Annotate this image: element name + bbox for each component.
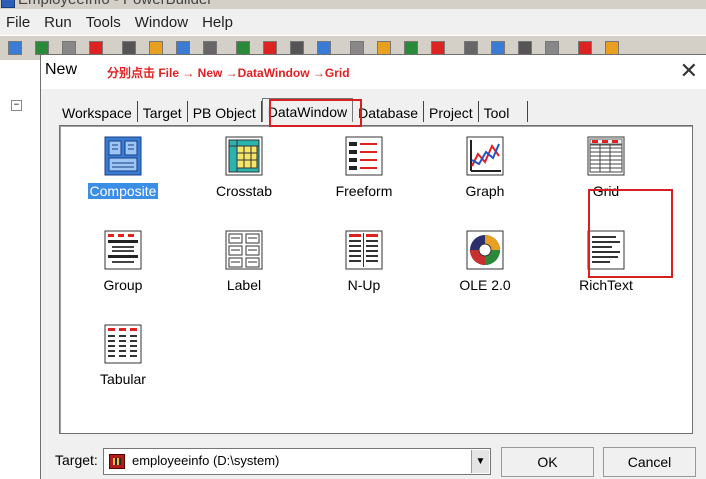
menubar: File Run Tools Window Help	[0, 9, 706, 35]
toolbar-button-icon[interactable]	[89, 41, 103, 55]
menu-tools[interactable]: Tools	[86, 14, 121, 31]
datawindow-styles-panel: Composite Crosstab Freeform Graph Grid G…	[59, 125, 693, 434]
toolbar-button-icon[interactable]	[263, 41, 277, 55]
crosstab-icon	[225, 136, 263, 176]
style-label: Freeform	[335, 183, 393, 199]
label-icon	[225, 230, 263, 270]
dialog-title: New	[45, 61, 78, 78]
style-label: N-Up	[347, 277, 381, 293]
toolbar-button-icon[interactable]	[518, 41, 532, 55]
toolbar-button-icon[interactable]	[62, 41, 76, 55]
grid-icon	[587, 136, 625, 176]
app-title: EmployeeInfo - PowerBuilder	[0, 0, 706, 9]
app-icon	[1, 0, 15, 8]
style-label: Grid	[592, 183, 620, 199]
style-label: RichText	[579, 277, 633, 293]
menu-run[interactable]: Run	[44, 14, 72, 31]
style-label: Tabular	[100, 371, 146, 387]
toolbar-button-icon[interactable]	[578, 41, 592, 55]
freeform-icon	[345, 136, 383, 176]
toolbar-button-icon[interactable]	[350, 41, 364, 55]
toolbar-button-icon[interactable]	[176, 41, 190, 55]
toolbar-button-icon[interactable]	[236, 41, 250, 55]
new-dialog: New 分别点击 File → New →DataWindow →Grid ✕ …	[40, 54, 706, 479]
chevron-down-icon[interactable]: ▼	[471, 450, 489, 473]
tab-project[interactable]: Project	[424, 101, 479, 122]
tab-workspace[interactable]: Workspace	[57, 101, 138, 122]
richtext-icon	[587, 230, 625, 270]
style-label: OLE 2.0	[459, 277, 511, 293]
style-label: Composite	[87, 183, 159, 199]
style-grid[interactable]: Grid	[561, 136, 651, 201]
toolbar-button-icon[interactable]	[35, 41, 49, 55]
tab-tool[interactable]: Tool	[479, 101, 529, 122]
system-tree: −	[0, 60, 41, 479]
cancel-button[interactable]: Cancel	[603, 447, 696, 477]
toolbar-button-icon[interactable]	[8, 41, 22, 55]
style-label: Crosstab	[215, 183, 273, 199]
menu-window[interactable]: Window	[135, 14, 188, 31]
style-composite[interactable]: Composite	[78, 136, 168, 201]
style-label: Label	[226, 277, 262, 293]
tree-expand-icon[interactable]: −	[11, 100, 22, 111]
style-crosstab[interactable]: Crosstab	[199, 136, 289, 201]
toolbar-button-icon[interactable]	[122, 41, 136, 55]
toolbar-button-icon[interactable]	[605, 41, 619, 55]
toolbar-button-icon[interactable]	[464, 41, 478, 55]
close-icon[interactable]: ✕	[680, 59, 698, 84]
target-app-icon	[109, 454, 125, 469]
toolbar-button-icon[interactable]	[317, 41, 331, 55]
target-label: Target:	[55, 452, 98, 468]
style-group[interactable]: Group	[78, 230, 168, 295]
ole-icon	[466, 230, 504, 270]
menu-file[interactable]: File	[6, 14, 30, 31]
tab-datawindow[interactable]: DataWindow	[261, 98, 354, 122]
toolbar-button-icon[interactable]	[404, 41, 418, 55]
dialog-caption: New 分别点击 File → New →DataWindow →Grid ✕	[41, 55, 706, 89]
graph-icon	[466, 136, 504, 176]
composite-icon	[104, 136, 142, 176]
style-ole[interactable]: OLE 2.0	[440, 230, 530, 295]
toolbar-button-icon[interactable]	[203, 41, 217, 55]
style-label-item[interactable]: Label	[199, 230, 289, 295]
target-select[interactable]: employeeinfo (D:\system) ▼	[103, 448, 491, 475]
target-value: employeeinfo (D:\system)	[132, 453, 280, 468]
tab-pb-object[interactable]: PB Object	[188, 101, 262, 122]
tab-strip: Workspace Target PB Object DataWindow Da…	[57, 98, 529, 125]
menu-help[interactable]: Help	[202, 14, 233, 31]
style-graph[interactable]: Graph	[440, 136, 530, 201]
toolbar-button-icon[interactable]	[290, 41, 304, 55]
style-nup[interactable]: N-Up	[319, 230, 409, 295]
style-richtext[interactable]: RichText	[561, 230, 651, 295]
toolbar-button-icon[interactable]	[377, 41, 391, 55]
tabular-icon	[104, 324, 142, 364]
style-freeform[interactable]: Freeform	[319, 136, 409, 201]
tab-target[interactable]: Target	[138, 101, 188, 122]
toolbar-button-icon[interactable]	[491, 41, 505, 55]
toolbar-button-icon[interactable]	[149, 41, 163, 55]
tab-database[interactable]: Database	[353, 101, 425, 122]
style-label: Group	[103, 277, 143, 293]
nup-icon	[345, 230, 383, 270]
style-tabular[interactable]: Tabular	[78, 324, 168, 389]
instruction-annotation: 分别点击 File → New →DataWindow →Grid	[107, 66, 350, 80]
ok-button[interactable]: OK	[501, 447, 594, 477]
toolbar-button-icon[interactable]	[545, 41, 559, 55]
style-label: Graph	[465, 183, 505, 199]
toolbar-button-icon[interactable]	[431, 41, 445, 55]
group-icon	[104, 230, 142, 270]
